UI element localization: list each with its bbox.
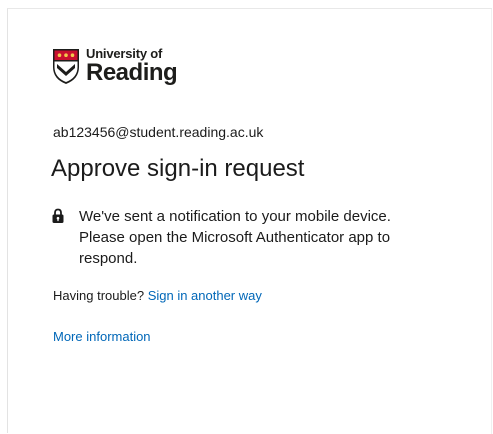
university-logo: University of Reading [51, 47, 178, 86]
trouble-prefix: Having trouble? [53, 288, 145, 303]
trouble-line: Having trouble? Sign in another way [53, 288, 262, 303]
page-title: Approve sign-in request [51, 155, 305, 182]
sign-in-another-way-link[interactable]: Sign in another way [148, 288, 262, 303]
logo-text-reading: Reading [86, 59, 178, 86]
crest-icon [53, 49, 79, 84]
notice-text: We've sent a notification to your mobile… [79, 208, 391, 267]
authenticator-notice: We've sent a notification to your mobile… [51, 206, 451, 269]
panel-edge [491, 9, 492, 434]
lock-icon [52, 208, 64, 223]
more-information-container: More information [53, 329, 151, 344]
more-information-link[interactable]: More information [53, 329, 151, 344]
account-identity: ab123456@student.reading.ac.uk [53, 124, 264, 140]
